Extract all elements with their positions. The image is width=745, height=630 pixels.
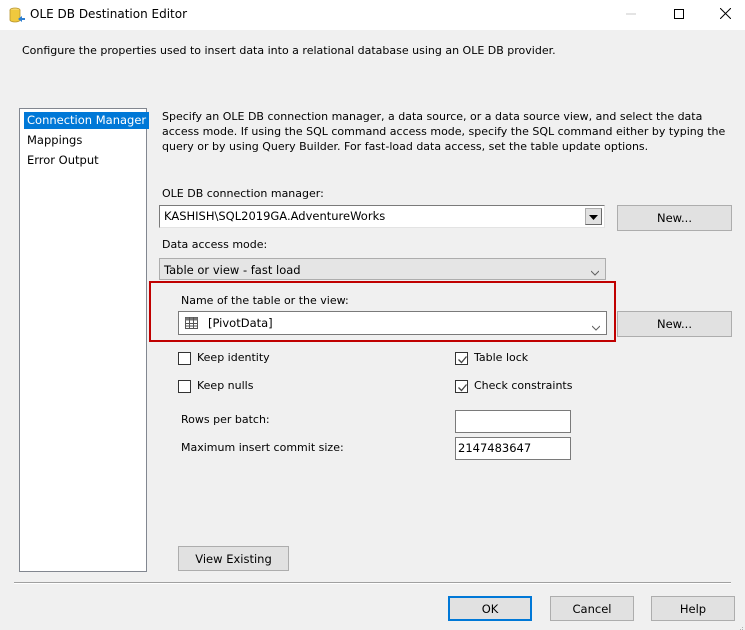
- cancel-button[interactable]: Cancel: [550, 596, 634, 621]
- connection-manager-label: OLE DB connection manager:: [162, 187, 324, 200]
- caret-down-icon: [589, 210, 598, 223]
- connection-manager-value: KASHISH\SQL2019GA.AdventureWorks: [164, 209, 386, 223]
- keep-nulls-label: Keep nulls: [197, 379, 254, 392]
- header-description: Configure the properties used to insert …: [22, 44, 556, 57]
- new-connection-button[interactable]: New...: [617, 205, 732, 231]
- keep-nulls-checkbox[interactable]: [178, 380, 191, 393]
- nav-item-mappings[interactable]: Mappings: [24, 132, 85, 149]
- database-icon: [9, 7, 25, 23]
- close-icon: [719, 7, 731, 22]
- connection-manager-combo[interactable]: KASHISH\SQL2019GA.AdventureWorks: [159, 205, 605, 228]
- page-description: Specify an OLE DB connection manager, a …: [162, 110, 726, 153]
- maximize-icon: [674, 8, 684, 22]
- check-constraints-label: Check constraints: [474, 379, 573, 392]
- checkmark-icon: [458, 356, 467, 364]
- max-commit-size-label: Maximum insert commit size:: [181, 441, 344, 454]
- table-name-label: Name of the table or the view:: [181, 294, 349, 307]
- resize-grip-icon[interactable]: [738, 623, 744, 630]
- page-navigation-list[interactable]: Connection Manager Mappings Error Output: [19, 108, 150, 572]
- minimize-button[interactable]: [608, 0, 654, 30]
- rows-per-batch-label: Rows per batch:: [181, 413, 270, 426]
- access-mode-combo[interactable]: Table or view - fast load: [159, 258, 606, 280]
- keep-identity-checkbox[interactable]: [178, 352, 191, 365]
- window-title: OLE DB Destination Editor: [30, 7, 188, 21]
- max-commit-size-value: 2147483647: [458, 441, 532, 455]
- max-commit-size-input[interactable]: 2147483647: [455, 437, 571, 460]
- ok-button[interactable]: OK: [448, 596, 532, 621]
- nav-item-connection-manager[interactable]: Connection Manager: [24, 112, 150, 129]
- table-lock-label: Table lock: [474, 351, 529, 364]
- checkmark-icon: [458, 384, 467, 392]
- access-mode-label: Data access mode:: [162, 238, 268, 251]
- title-bar: OLE DB Destination Editor: [0, 0, 745, 30]
- view-existing-button[interactable]: View Existing: [178, 546, 289, 571]
- new-table-button[interactable]: New...: [617, 311, 732, 337]
- rows-per-batch-input[interactable]: [455, 410, 571, 433]
- minimize-icon: [626, 9, 636, 22]
- footer-separator: [14, 582, 731, 584]
- table-name-value: [PivotData]: [208, 316, 273, 330]
- close-button[interactable]: [702, 0, 745, 30]
- nav-item-error-output[interactable]: Error Output: [24, 152, 102, 169]
- keep-identity-label: Keep identity: [197, 351, 270, 364]
- chevron-down-icon: [591, 321, 601, 331]
- check-constraints-checkbox[interactable]: [455, 380, 468, 393]
- maximize-button[interactable]: [656, 0, 702, 30]
- chevron-down-icon: [590, 266, 600, 276]
- table-icon: [185, 317, 198, 332]
- access-mode-value: Table or view - fast load: [164, 263, 301, 277]
- table-lock-checkbox[interactable]: [455, 352, 468, 365]
- help-button[interactable]: Help: [651, 596, 735, 621]
- table-name-combo[interactable]: [PivotData]: [178, 311, 607, 335]
- connection-manager-dropdown-button[interactable]: [585, 208, 602, 225]
